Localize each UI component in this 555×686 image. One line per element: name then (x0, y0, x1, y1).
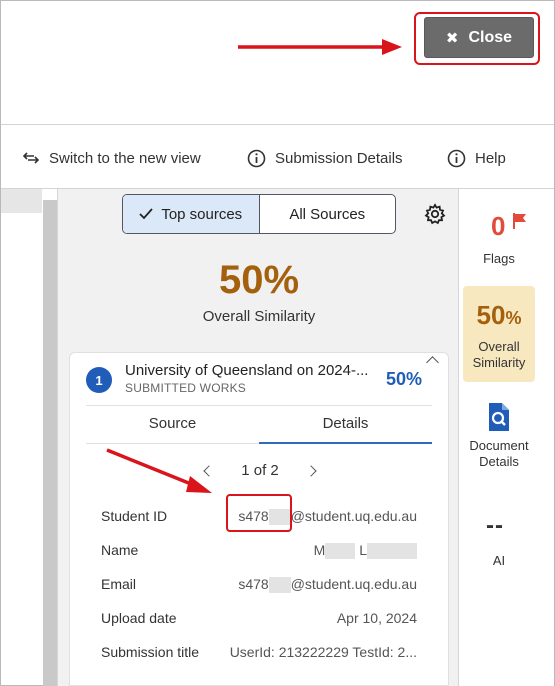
submission-title-label: Submission title (101, 644, 200, 660)
tab-source[interactable]: Source (86, 415, 259, 432)
check-icon (139, 208, 153, 220)
pager-text: 1 of 2 (241, 462, 279, 479)
upload-date-value: Apr 10, 2024 (336, 610, 417, 626)
chevron-left-icon[interactable] (203, 464, 215, 477)
chevron-right-icon[interactable] (305, 464, 317, 477)
submission-title-value: UserId: 213222229 TestId: 2... (229, 644, 417, 660)
switch-view-label: Switch to the new view (49, 149, 201, 167)
document-search-icon[interactable] (486, 402, 512, 432)
flags-label: Flags (483, 251, 515, 266)
help-button[interactable]: Help (447, 146, 506, 170)
info-icon (247, 149, 266, 167)
document-scrollbar[interactable] (43, 200, 57, 686)
sources-toggle: Top sources All Sources (122, 194, 396, 234)
help-label: Help (475, 149, 506, 167)
flag-icon (513, 213, 526, 229)
email-value: s478 @student.uq.edu.au (238, 576, 417, 594)
rail-similarity-label: Overall Similarity (472, 339, 526, 370)
rail-similarity-percent: 50% (476, 300, 522, 330)
top-divider (1, 124, 554, 125)
source-percent: 50% (386, 369, 423, 389)
overall-similarity-percent: 50% (218, 258, 300, 302)
submission-details-label: Submission Details (275, 149, 403, 167)
flags-count[interactable]: 0 (491, 211, 505, 242)
all-sources-toggle[interactable]: All Sources (260, 195, 396, 233)
name-label: Name (101, 542, 139, 558)
tab-details[interactable]: Details (259, 415, 432, 432)
tab-baseline (86, 443, 259, 444)
overall-similarity-label: Overall Similarity (202, 308, 316, 325)
document-details-label: Document Details (469, 438, 529, 469)
top-sources-toggle[interactable]: Top sources (123, 195, 260, 233)
top-sources-label: Top sources (161, 205, 243, 223)
name-value: M L (314, 542, 417, 560)
upload-date-label: Upload date (101, 610, 177, 626)
tab-active-underline (259, 442, 432, 444)
source-type: SUBMITTED WORKS (125, 381, 247, 395)
source-name[interactable]: University of Queensland on 2024-... (125, 362, 380, 379)
ai-label: AI (492, 553, 506, 568)
gear-icon[interactable] (424, 203, 446, 225)
ai-score[interactable]: -- (486, 512, 504, 540)
switch-view-button[interactable]: Switch to the new view (22, 146, 201, 170)
all-sources-label: All Sources (289, 205, 366, 223)
match-pager: 1 of 2 (203, 462, 317, 479)
swap-arrows-icon (22, 152, 40, 164)
document-viewer-edge (1, 189, 42, 213)
card-divider (86, 405, 432, 406)
student-id-label: Student ID (101, 508, 168, 524)
submission-details-button[interactable]: Submission Details (247, 146, 403, 170)
help-info-icon (447, 149, 466, 167)
email-label: Email (101, 576, 137, 592)
student-id-callout-box (226, 494, 292, 532)
source-number-badge: 1 (86, 367, 112, 393)
close-callout-box (414, 12, 540, 65)
